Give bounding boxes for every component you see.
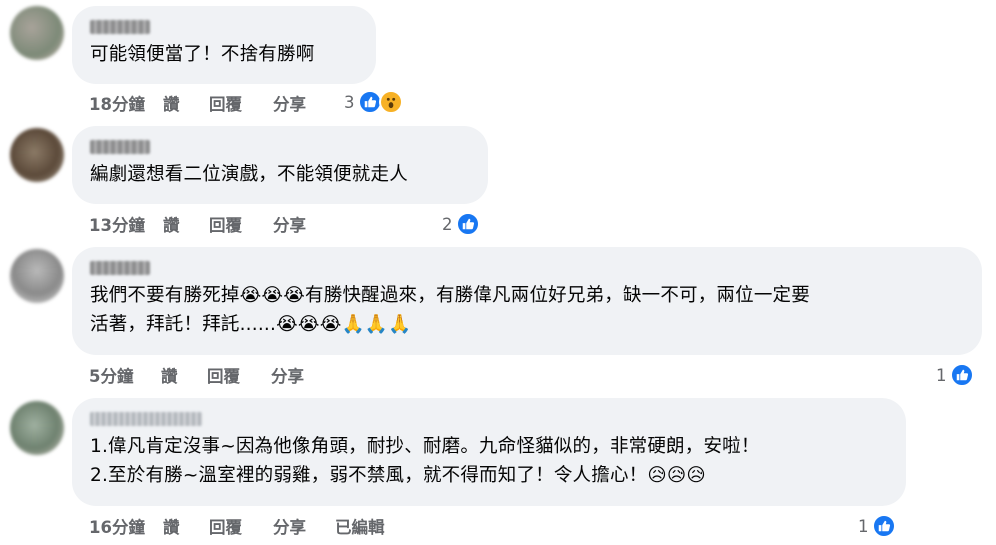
like-button[interactable]: 讚 — [163, 514, 209, 538]
share-button[interactable]: 分享 — [273, 91, 335, 115]
like-icon — [949, 363, 974, 387]
timestamp[interactable]: 16分鐘 — [89, 514, 163, 538]
reaction-count: 3 — [344, 92, 355, 112]
comment-actions: 13分鐘 讚 回覆 分享 — [89, 212, 335, 236]
like-icon — [357, 90, 382, 114]
reply-button[interactable]: 回覆 — [209, 514, 273, 538]
like-icon — [455, 212, 480, 236]
wow-icon — [378, 90, 403, 114]
like-button[interactable]: 讚 — [163, 212, 209, 236]
avatar[interactable] — [10, 128, 64, 182]
reaction-summary[interactable]: 1 — [858, 513, 896, 539]
edited-label[interactable]: 已編輯 — [335, 514, 385, 538]
comment-bubble: 我們不要有勝死掉😭😭😭有勝快醒過來，有勝偉凡兩位好兄弟，缺一不可，兩位一定要 活… — [72, 247, 982, 355]
reaction-summary[interactable]: 1 — [936, 362, 974, 388]
comment-text: 1.偉凡肯定沒事~因為他像角頭，耐抄、耐磨。九命怪貓似的，非常硬朗，安啦！ 2.… — [90, 436, 760, 486]
like-button[interactable]: 讚 — [163, 91, 209, 115]
reaction-count: 2 — [442, 214, 453, 234]
comment-bubble: 編劇還想看二位演戲，不能領便就走人 — [72, 126, 488, 204]
timestamp[interactable]: 5分鐘 — [89, 363, 161, 387]
comment-bubble: 可能領便當了！不捨有勝啊 — [72, 6, 376, 84]
reply-button[interactable]: 回覆 — [209, 91, 273, 115]
reaction-count: 1 — [858, 516, 869, 536]
commenter-name[interactable] — [90, 140, 150, 154]
reaction-count: 1 — [936, 365, 947, 385]
reaction-summary[interactable]: 2 — [442, 211, 480, 237]
timestamp[interactable]: 13分鐘 — [89, 212, 163, 236]
share-button[interactable]: 分享 — [273, 212, 335, 236]
share-button[interactable]: 分享 — [271, 363, 333, 387]
commenter-name[interactable] — [90, 412, 202, 426]
comment-actions: 16分鐘 讚 回覆 分享 已編輯 — [89, 514, 385, 538]
like-icon — [871, 514, 896, 538]
reply-button[interactable]: 回覆 — [207, 363, 271, 387]
share-button[interactable]: 分享 — [273, 514, 335, 538]
avatar[interactable] — [10, 249, 64, 303]
timestamp[interactable]: 18分鐘 — [89, 91, 163, 115]
avatar[interactable] — [10, 6, 64, 60]
comment-text: 編劇還想看二位演戲，不能領便就走人 — [90, 164, 408, 185]
commenter-name[interactable] — [90, 261, 150, 275]
comment-text: 可能領便當了！不捨有勝啊 — [90, 44, 315, 65]
avatar[interactable] — [10, 401, 64, 455]
comment-text: 我們不要有勝死掉😭😭😭有勝快醒過來，有勝偉凡兩位好兄弟，缺一不可，兩位一定要 活… — [90, 285, 810, 335]
reply-button[interactable]: 回覆 — [209, 212, 273, 236]
comment-actions: 18分鐘 讚 回覆 分享 — [89, 91, 335, 115]
comment-bubble: 1.偉凡肯定沒事~因為他像角頭，耐抄、耐磨。九命怪貓似的，非常硬朗，安啦！ 2.… — [72, 398, 906, 506]
reaction-summary[interactable]: 3 — [344, 89, 403, 115]
commenter-name[interactable] — [90, 20, 150, 34]
like-button[interactable]: 讚 — [161, 363, 207, 387]
comment-actions: 5分鐘 讚 回覆 分享 — [89, 363, 333, 387]
